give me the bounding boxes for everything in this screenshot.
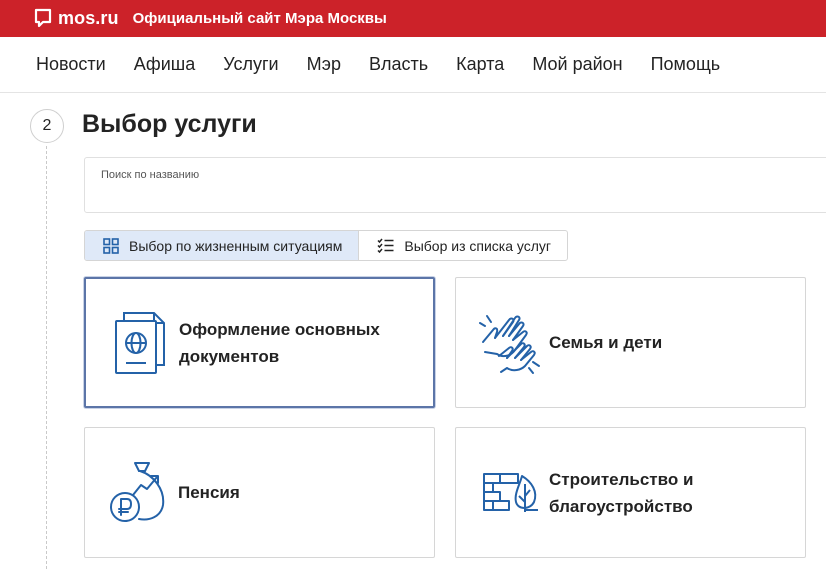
tab-service-list-label: Выбор из списка услуг	[404, 237, 552, 254]
speech-bubble-icon[interactable]	[34, 8, 52, 29]
category-card-construction[interactable]: Строительство и благоустройство	[455, 427, 806, 558]
nav-item-services[interactable]: Услуги	[223, 54, 278, 75]
passport-icon	[108, 308, 174, 378]
nav-item-help[interactable]: Помощь	[651, 54, 721, 75]
tab-life-situations-label: Выбор по жизненным ситуациям	[129, 237, 343, 254]
search-field[interactable]: Поиск по названию	[84, 157, 826, 213]
nav-item-news[interactable]: Новости	[36, 54, 106, 75]
nav-item-mayor[interactable]: Мэр	[307, 54, 341, 75]
money-bag-icon	[107, 458, 173, 528]
search-input[interactable]	[101, 186, 801, 206]
view-toggle: Выбор по жизненным ситуациям Выбор из сп…	[84, 230, 569, 261]
step-connector-line	[46, 146, 47, 569]
step-number-badge: 2	[30, 109, 64, 143]
tab-service-list[interactable]: Выбор из списка услуг	[359, 231, 567, 260]
nav-item-my-district[interactable]: Мой район	[532, 54, 622, 75]
category-label: Оформление основных документов	[179, 319, 380, 366]
brand-logo-text[interactable]: mos.ru	[58, 8, 119, 29]
nav-item-map[interactable]: Карта	[456, 54, 504, 75]
grid-icon	[103, 237, 119, 254]
category-label: Пенсия	[178, 483, 240, 502]
category-card-family[interactable]: Семья и дети	[455, 277, 806, 408]
brick-wall-leaf-icon	[478, 458, 544, 528]
nav-item-events[interactable]: Афиша	[134, 54, 196, 75]
main-navigation: Новости Афиша Услуги Мэр Власть Карта Мо…	[0, 37, 826, 93]
search-label: Поиск по названию	[101, 169, 200, 181]
site-title: Официальный сайт Мэра Москвы	[132, 10, 387, 27]
category-card-pension[interactable]: Пенсия	[84, 427, 435, 558]
checklist-icon	[377, 238, 394, 253]
tab-life-situations[interactable]: Выбор по жизненным ситуациям	[85, 231, 360, 260]
hands-icon	[478, 308, 544, 378]
top-bar: mos.ru Официальный сайт Мэра Москвы	[0, 0, 826, 37]
page-title: Выбор услуги	[82, 110, 257, 138]
nav-item-government[interactable]: Власть	[369, 54, 428, 75]
category-card-documents[interactable]: Оформление основных документов	[84, 277, 435, 408]
category-label: Семья и дети	[549, 333, 663, 352]
category-label: Строительство и благоустройство	[549, 469, 694, 516]
